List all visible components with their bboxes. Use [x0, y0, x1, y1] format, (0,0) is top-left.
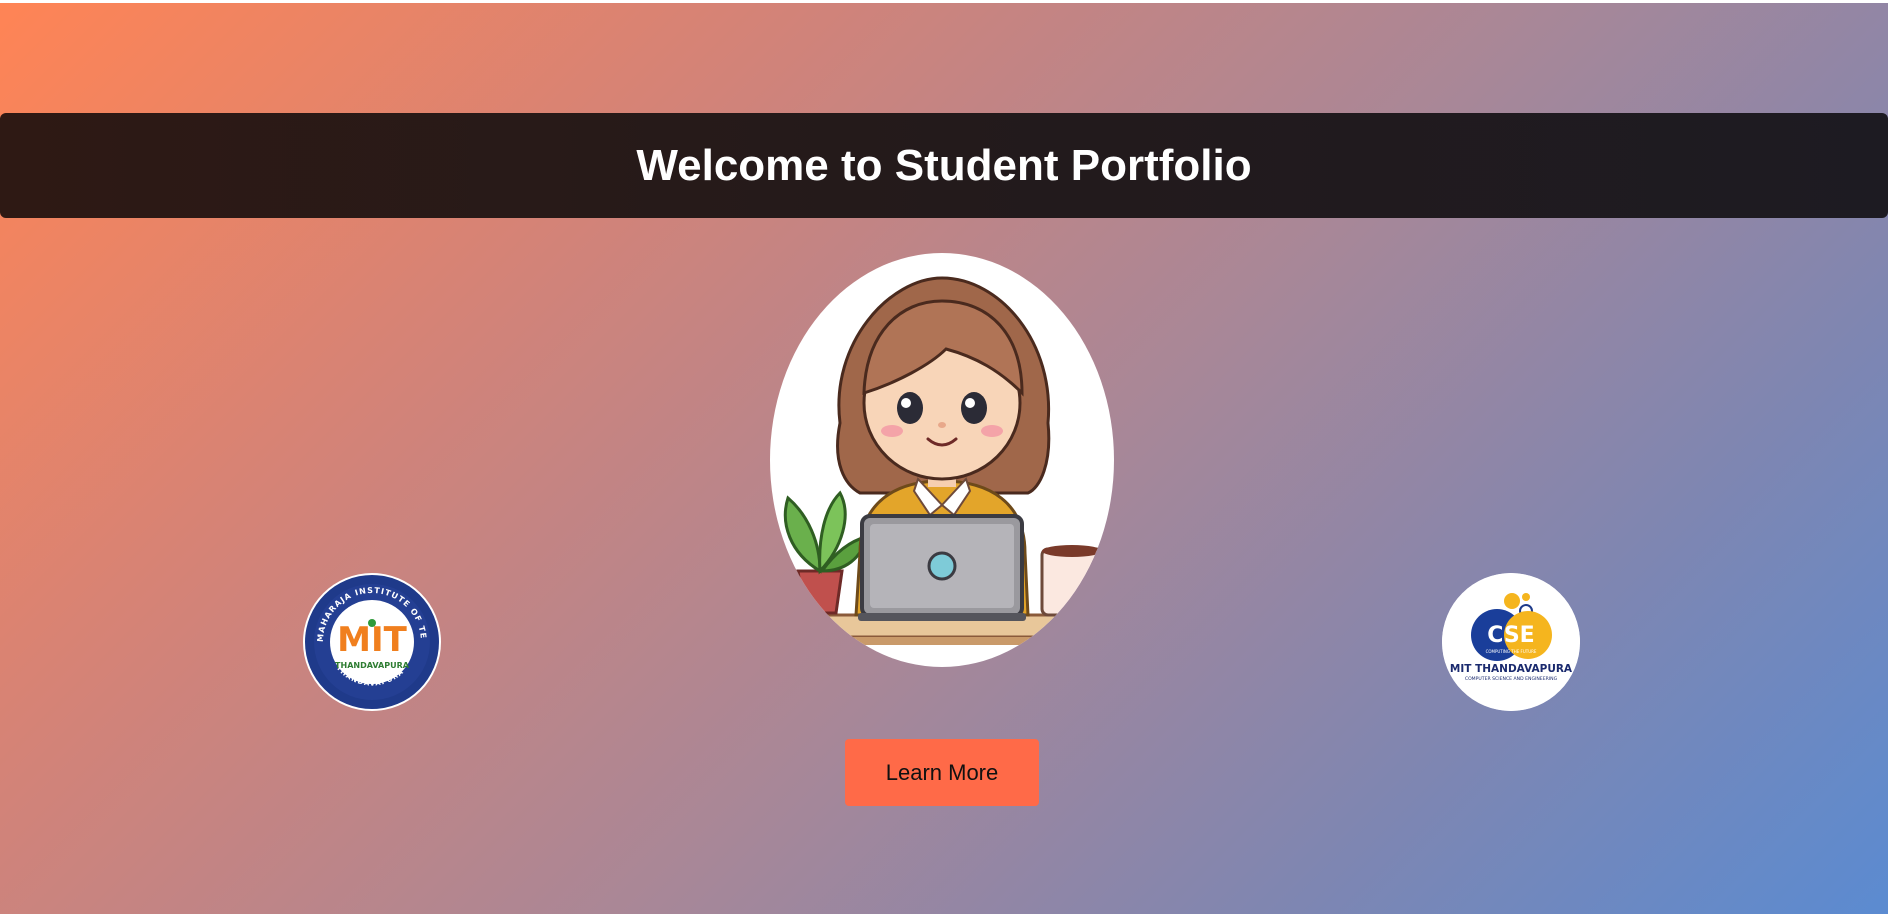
cse-subtitle: COMPUTER SCIENCE AND ENGINEERING: [1465, 676, 1558, 682]
cse-title: MIT THANDAVAPURA: [1450, 663, 1573, 675]
mit-inner-text: THANDAVAPURA: [335, 661, 410, 670]
cse-logo: CSE COMPUTING THE FUTURE MIT THANDAVAPUR…: [1442, 573, 1580, 711]
page-title: Welcome to Student Portfolio: [636, 140, 1252, 190]
learn-more-button[interactable]: Learn More: [845, 739, 1039, 806]
cse-monogram: CSE: [1487, 623, 1534, 648]
hero-image: [770, 253, 1114, 667]
page-background: Welcome to Student Portfolio MAHARAJA IN…: [0, 3, 1888, 914]
cse-tagline: COMPUTING THE FUTURE: [1486, 649, 1537, 654]
header-banner: Welcome to Student Portfolio: [0, 113, 1888, 218]
student-illustration: [783, 276, 1104, 645]
mit-logo: MAHARAJA INSTITUTE OF TECHNOLOGY THANDAV…: [303, 573, 441, 711]
